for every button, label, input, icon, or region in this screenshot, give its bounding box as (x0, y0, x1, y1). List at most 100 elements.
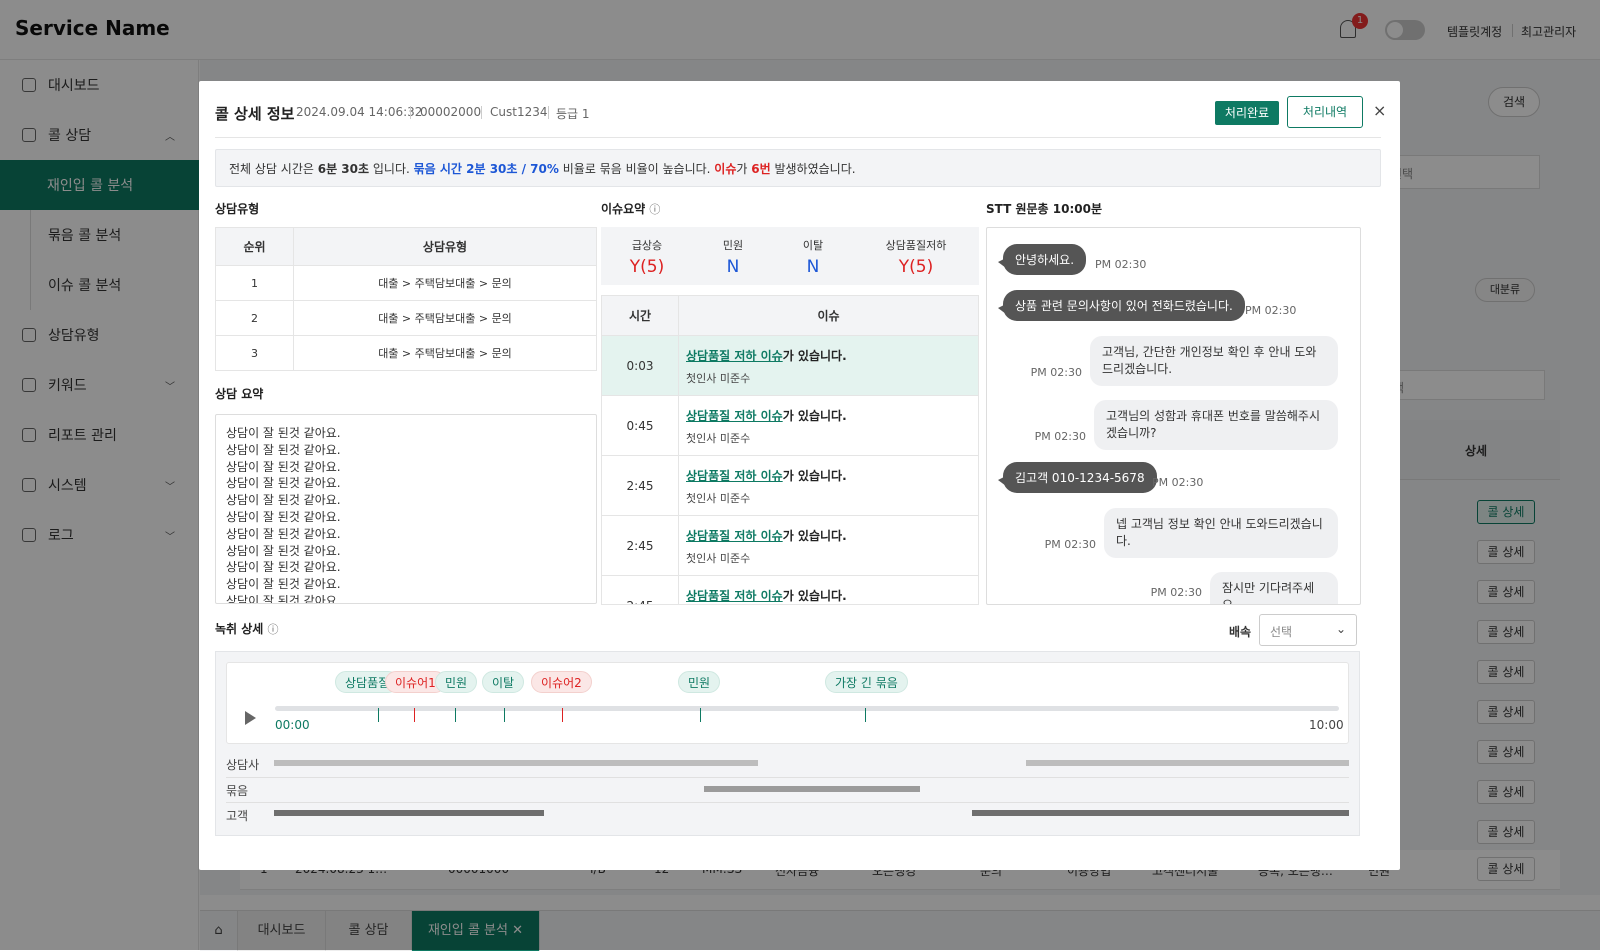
customer-message: 김고객 010-1234-5678 (1003, 462, 1157, 493)
stt-title: STT 원문총 10:00분 (986, 202, 1103, 216)
consult-type-title: 상담유형 (215, 202, 260, 216)
stt-transcript[interactable]: 안녕하세요. PM 02:30 상품 관련 문의사항이 있어 전화드렸습니다. PM … (986, 227, 1361, 605)
customer-message: 안녕하세요. (1003, 244, 1087, 275)
issue-link[interactable]: 상담품질 저하 이슈 (686, 409, 783, 423)
recording-marker[interactable]: 이탈 (482, 671, 525, 693)
divider (215, 137, 1381, 138)
history-button[interactable]: 처리내역 (1287, 96, 1363, 128)
customer-message: 상품 관련 문의사항이 있어 전화드렸습니다. (1003, 290, 1245, 321)
issue-summary-title: 이슈요약 ⓘ (601, 202, 661, 216)
call-detail-modal: 콜 상세 정보 2024.09.04 14:06:32 00002000 Cus… (199, 81, 1400, 870)
recording-marker[interactable]: 가장 긴 묶음 (825, 671, 908, 693)
issue-detail: 첫인사 미준수 (686, 432, 751, 445)
divider (481, 106, 482, 119)
issue-time: 0:03 (602, 336, 679, 396)
track-label-customer: 고객 (226, 809, 249, 823)
recording-marker[interactable]: 이슈어2 (531, 671, 592, 693)
divider (226, 802, 1349, 803)
customer-speech-bar (274, 810, 544, 816)
call-datetime: 2024.09.04 14:06:32 (296, 105, 423, 119)
chevron-down-icon: ⌄ (1335, 622, 1346, 636)
message-time: PM 02:30 (1030, 366, 1082, 379)
speed-select[interactable]: 선택 ⌄ (1259, 614, 1357, 646)
message-time: PM 02:30 (1152, 476, 1204, 489)
summary-textarea[interactable]: 상담이 잘 된것 같아요. 상담이 잘 된것 같아요. 상담이 잘 된것 같아요. 상… (215, 414, 597, 604)
summary-line: 상담이 잘 된것 같아요. (226, 442, 341, 457)
summary-line: 상담이 잘 된것 같아요. (226, 493, 341, 508)
progress-track[interactable] (275, 706, 1339, 711)
divider (410, 106, 411, 119)
agent-message: 고객님, 간단한 개인정보 확인 후 안내 도와 드리겠습니다. (1090, 336, 1338, 386)
issue-link[interactable]: 상담품질 저하 이슈 (686, 469, 783, 483)
issue-time: 2:45 (602, 516, 679, 576)
issue-row[interactable]: 0:45 상담품질 저하 이슈가 있습니다. 첫인사 미준수 (602, 396, 978, 456)
close-icon[interactable]: × (1373, 101, 1386, 120)
summary-line: 상담이 잘 된것 같아요. (226, 476, 341, 491)
summary-line: 상담이 잘 된것 같아요. (226, 509, 341, 524)
divider (548, 106, 549, 119)
summary-line: 상담이 잘 된것 같아요. (226, 593, 341, 604)
agent-speech-bar (274, 760, 758, 766)
marker-tick (562, 708, 563, 722)
complete-button[interactable]: 처리완료 (1215, 101, 1279, 125)
issue-time: 2:45 (602, 576, 679, 604)
issue-detail: 첫인사 미준수 (686, 552, 751, 565)
issue-table: 시간 이슈 0:03 상담품질 저하 이슈가 있습니다. 첫인사 미준수 0:45 상담… (601, 295, 979, 605)
speed-label: 배속 (1229, 625, 1252, 639)
marker-tick (504, 708, 505, 722)
recording-title: 녹취 상세 ⓘ (215, 622, 279, 636)
message-time: PM 02:30 (1095, 258, 1147, 271)
issue-row[interactable]: 0:03 상담품질 저하 이슈가 있습니다. 첫인사 미준수 (602, 336, 978, 396)
agent-speech-bar (1026, 760, 1349, 766)
marker-tick (378, 708, 379, 722)
table-row: 1 대출 > 주택담보대출 > 문의 (215, 265, 597, 301)
current-time: 00:00 (275, 718, 310, 732)
play-icon[interactable] (245, 711, 256, 725)
message-time: PM 02:30 (1150, 586, 1202, 599)
issue-text: 상담품질 저하 이슈가 있습니다. (686, 529, 847, 543)
summary-line: 상담이 잘 된것 같아요. (226, 543, 341, 558)
issue-row[interactable]: 2:45 상담품질 저하 이슈가 있습니다. 첫인사 미준수 (602, 516, 978, 576)
issue-row[interactable]: 2:45 상담품질 저하 이슈가 있습니다. (602, 576, 978, 604)
customer-grade: 등급 1 (556, 107, 590, 121)
customer-id: Cust1234 (490, 105, 548, 119)
issue-time: 0:45 (602, 396, 679, 456)
issue-summary-panel: 급상승 Y(5) 민원 N 이탈 N 상담품질저하 Y(5) (601, 227, 979, 285)
issue-link[interactable]: 상담품질 저하 이슈 (686, 589, 783, 603)
summary-title: 상담 요약 (215, 387, 264, 401)
issue-value: N (726, 257, 740, 277)
issue-value: Y(5) (629, 257, 665, 277)
agent-message: 고객님의 성함과 휴대폰 번호를 말씀해주시겠습니까? (1094, 400, 1338, 450)
issue-row[interactable]: 2:45 상담품질 저하 이슈가 있습니다. 첫인사 미준수 (602, 456, 978, 516)
total-time: 10:00 (1309, 718, 1344, 732)
issue-detail: 첫인사 미준수 (686, 372, 751, 385)
summary-line: 상담이 잘 된것 같아요. (226, 426, 341, 440)
issue-link[interactable]: 상담품질 저하 이슈 (686, 349, 783, 363)
agent-message: 잠시만 기다려주세요. (1210, 572, 1338, 604)
issue-text: 상담품질 저하 이슈가 있습니다. (686, 349, 847, 363)
summary-line: 상담이 잘 된것 같아요. (226, 459, 341, 474)
audio-player: 00:00 10:00 상담품질 이슈어1 민원 이탈 이슈어2 민원 가장 긴 묶음 (226, 662, 1349, 744)
marker-tick (700, 708, 701, 722)
info-icon: ⓘ (267, 623, 279, 636)
message-time: PM 02:30 (1034, 430, 1086, 443)
track-label-hold: 묶음 (226, 784, 249, 798)
recording-marker[interactable]: 민원 (678, 671, 721, 693)
recording-panel: 00:00 10:00 상담품질 이슈어1 민원 이탈 이슈어2 민원 가장 긴 묶음 상담… (215, 651, 1360, 836)
issue-text: 상담품질 저하 이슈가 있습니다. (686, 409, 847, 423)
issue-value: N (806, 257, 820, 277)
issue-link[interactable]: 상담품질 저하 이슈 (686, 529, 783, 543)
agent-message: 넵 고객님 정보 확인 안내 도와드리겠습니다. (1104, 508, 1338, 558)
info-icon: ⓘ (649, 203, 661, 216)
table-row: 3 대출 > 주택담보대출 > 문의 (215, 335, 597, 371)
summary-notice: 전체 상담 시간은 6분 30초 입니다. 묶음 시간 2분 30초 / 70%… (215, 149, 1381, 187)
issue-time: 2:45 (602, 456, 679, 516)
recording-marker[interactable]: 민원 (435, 671, 478, 693)
marker-tick (455, 708, 456, 722)
issue-detail: 첫인사 미준수 (686, 492, 751, 505)
table-header: 시간 이슈 (602, 296, 978, 336)
issue-value: Y(5) (898, 257, 934, 277)
message-time: PM 02:30 (1044, 538, 1096, 551)
track-label-agent: 상담사 (226, 758, 260, 772)
modal-title: 콜 상세 정보 (215, 105, 295, 123)
